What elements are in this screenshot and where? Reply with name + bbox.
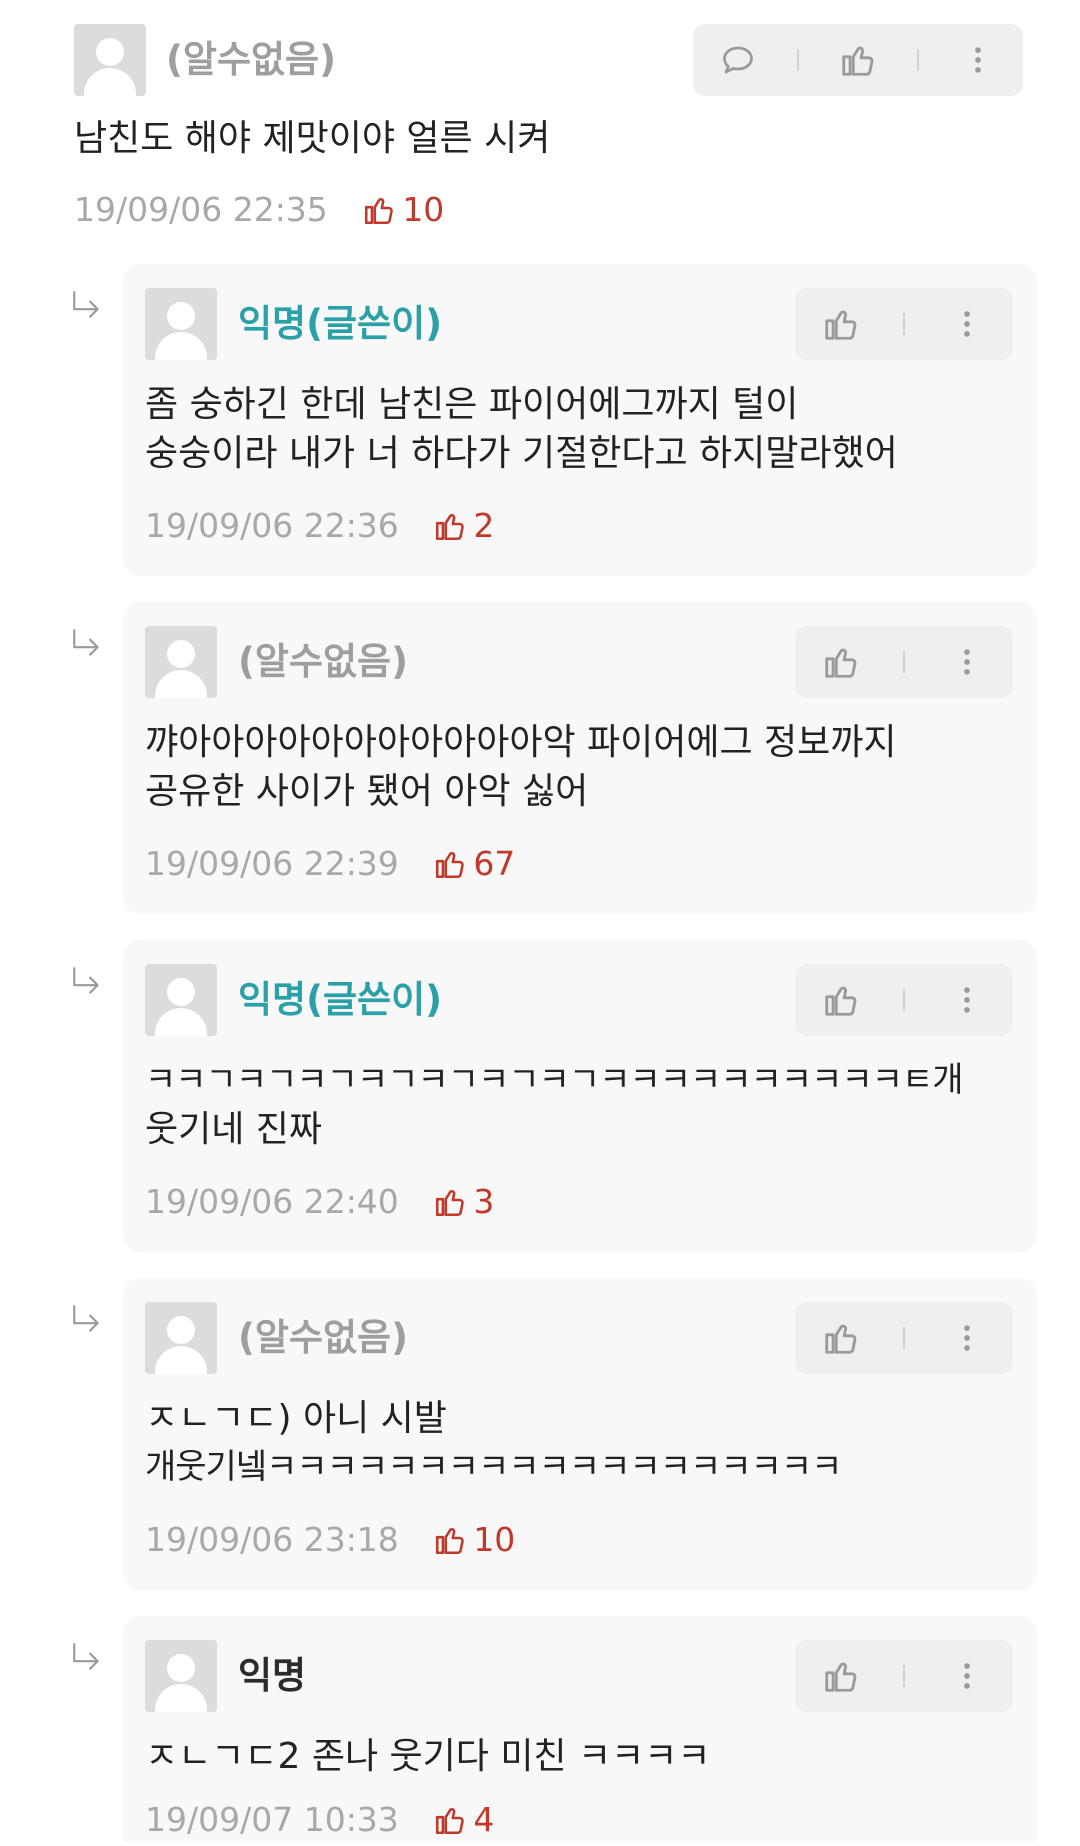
thumb-up-icon: [433, 847, 467, 890]
reply-comment: 익명(글쓴이) ㅋㅋㄱㅋㄱㅋㄱㅋㄱㅋㄱㅋㄱㅋㄱㅋㅋㅋㅋㅋㅋㅋㅋㅋㅋㅌ개 웃기네 …: [123, 940, 1037, 1252]
comment-text: 남친도 해야 제맛이야 얼른 시켜: [74, 118, 551, 159]
reply-arrow-icon: [70, 966, 104, 1004]
comment-meta: 19/09/06 22:36 2: [145, 506, 494, 552]
thumb-up-icon[interactable]: [811, 1308, 871, 1368]
comment-date: 19/09/06 23:18: [145, 1520, 399, 1559]
comment-text-line: ㅋㅋㄱㅋㄱㅋㄱㅋㄱㅋㄱㅋㄱㅋㄱㅋㅋㅋㅋㅋㅋㅋㅋㅋㅋㅌ개: [145, 1060, 964, 1100]
comment-author[interactable]: 익명(글쓴이): [238, 302, 442, 346]
reply-arrow-icon: [70, 628, 104, 666]
like-count: 4: [473, 1800, 495, 1839]
comment-date: 19/09/06 22:39: [145, 844, 399, 883]
reply-comment: (알수없음) ㅈㄴㄱㄷ) 아니 시발 개웃기넼ㅋㅋㅋㅋㅋㅋㅋㅋㅋㅋㅋㅋㅋㅋㅋㅋㅋ…: [123, 1278, 1037, 1590]
thumb-up-icon[interactable]: [828, 30, 888, 90]
comment-meta: 19/09/06 22:39 67: [145, 844, 515, 890]
more-vert-icon[interactable]: [937, 294, 997, 354]
reply-comment: (알수없음) 꺄아아아아아아아아아아아악 파이어에그 정보까지 공유한 사이가 …: [123, 602, 1037, 914]
comment-text-line: 공유한 사이가 됐어 아악 싫어: [145, 771, 589, 812]
comment-date: 19/09/06 22:40: [145, 1182, 399, 1221]
more-vert-icon[interactable]: [948, 30, 1008, 90]
thumb-up-icon[interactable]: [811, 970, 871, 1030]
comment-text-line: 꺄아아아아아아아아아아아악 파이어에그 정보까지: [145, 722, 897, 763]
comment-meta: 19/09/06 22:35 10: [74, 190, 444, 236]
comment-text-line: ㅈㄴㄱㄷ) 아니 시발: [145, 1398, 447, 1439]
comment-author[interactable]: 익명: [238, 1654, 306, 1698]
thumb-up-icon: [433, 1803, 467, 1846]
comment-actions: [795, 1640, 1013, 1712]
divider: [903, 1327, 905, 1349]
avatar[interactable]: [145, 1640, 217, 1712]
comment-actions: [795, 1302, 1013, 1374]
comment-text-line: 좀 숭하긴 한데 남친은 파이어에그까지 털이: [145, 384, 799, 425]
divider: [903, 989, 905, 1011]
more-vert-icon[interactable]: [937, 1646, 997, 1706]
divider: [796, 49, 799, 71]
avatar[interactable]: [145, 964, 217, 1036]
thumb-up-icon: [433, 1185, 467, 1228]
more-vert-icon[interactable]: [937, 632, 997, 692]
comment-author[interactable]: (알수없음): [238, 640, 408, 684]
reply-comment: 익명 ㅈㄴㄱㄷ2 존나 웃기다 미친 ㅋㅋㅋㅋ 19/09/07 10:33 4: [123, 1616, 1037, 1841]
avatar[interactable]: [74, 24, 146, 96]
reply-arrow-icon: [70, 1304, 104, 1342]
comment-date: 19/09/06 22:36: [145, 506, 399, 545]
comment-actions: [795, 964, 1013, 1036]
comment-date: 19/09/07 10:33: [145, 1800, 399, 1839]
reply-arrow-icon: [70, 290, 104, 328]
more-vert-icon[interactable]: [937, 1308, 997, 1368]
like-count: 10: [473, 1520, 516, 1559]
divider: [903, 651, 905, 673]
like-count: 3: [473, 1182, 495, 1221]
more-vert-icon[interactable]: [937, 970, 997, 1030]
comment-author[interactable]: 익명(글쓴이): [238, 978, 442, 1022]
comment-meta: 19/09/07 10:33 4: [145, 1800, 494, 1846]
comment-author[interactable]: (알수없음): [238, 1316, 408, 1360]
thumb-up-icon[interactable]: [811, 294, 871, 354]
comment-actions: [693, 24, 1023, 96]
avatar[interactable]: [145, 288, 217, 360]
divider: [903, 1665, 905, 1687]
thumb-up-icon[interactable]: [811, 1646, 871, 1706]
like-count: 10: [402, 190, 445, 229]
reply-comment: 익명(글쓴이) 좀 숭하긴 한데 남친은 파이어에그까지 털이 숭숭이라 내가 …: [123, 264, 1037, 576]
like-count: 67: [473, 844, 516, 883]
thumb-up-icon: [433, 509, 467, 552]
comment-meta: 19/09/06 23:18 10: [145, 1520, 515, 1566]
avatar[interactable]: [145, 1302, 217, 1374]
comment-icon[interactable]: [708, 30, 768, 90]
thumb-up-icon: [433, 1523, 467, 1566]
avatar[interactable]: [145, 626, 217, 698]
comment-text-line: 개웃기넼ㅋㅋㅋㅋㅋㅋㅋㅋㅋㅋㅋㅋㅋㅋㅋㅋㅋㅋㅋ: [145, 1447, 842, 1487]
thumb-up-icon: [362, 193, 396, 236]
divider: [917, 49, 920, 71]
comment-actions: [795, 626, 1013, 698]
divider: [903, 313, 905, 335]
comment-item: (알수없음) 남친도 해야 제맛이야 얼른 시켜 19/09/06 22:35 …: [0, 0, 1080, 229]
comment-text-line: 웃기네 진짜: [145, 1109, 323, 1150]
comment-text-line: ㅈㄴㄱㄷ2 존나 웃기다 미친 ㅋㅋㅋㅋ: [145, 1736, 711, 1777]
like-count: 2: [473, 506, 495, 545]
thumb-up-icon[interactable]: [811, 632, 871, 692]
comment-actions: [795, 288, 1013, 360]
reply-arrow-icon: [70, 1642, 104, 1680]
comment-date: 19/09/06 22:35: [74, 190, 328, 229]
comment-text-line: 숭숭이라 내가 너 하다가 기절한다고 하지말라했어: [145, 433, 898, 474]
comment-author[interactable]: (알수없음): [166, 38, 336, 82]
comment-meta: 19/09/06 22:40 3: [145, 1182, 494, 1228]
